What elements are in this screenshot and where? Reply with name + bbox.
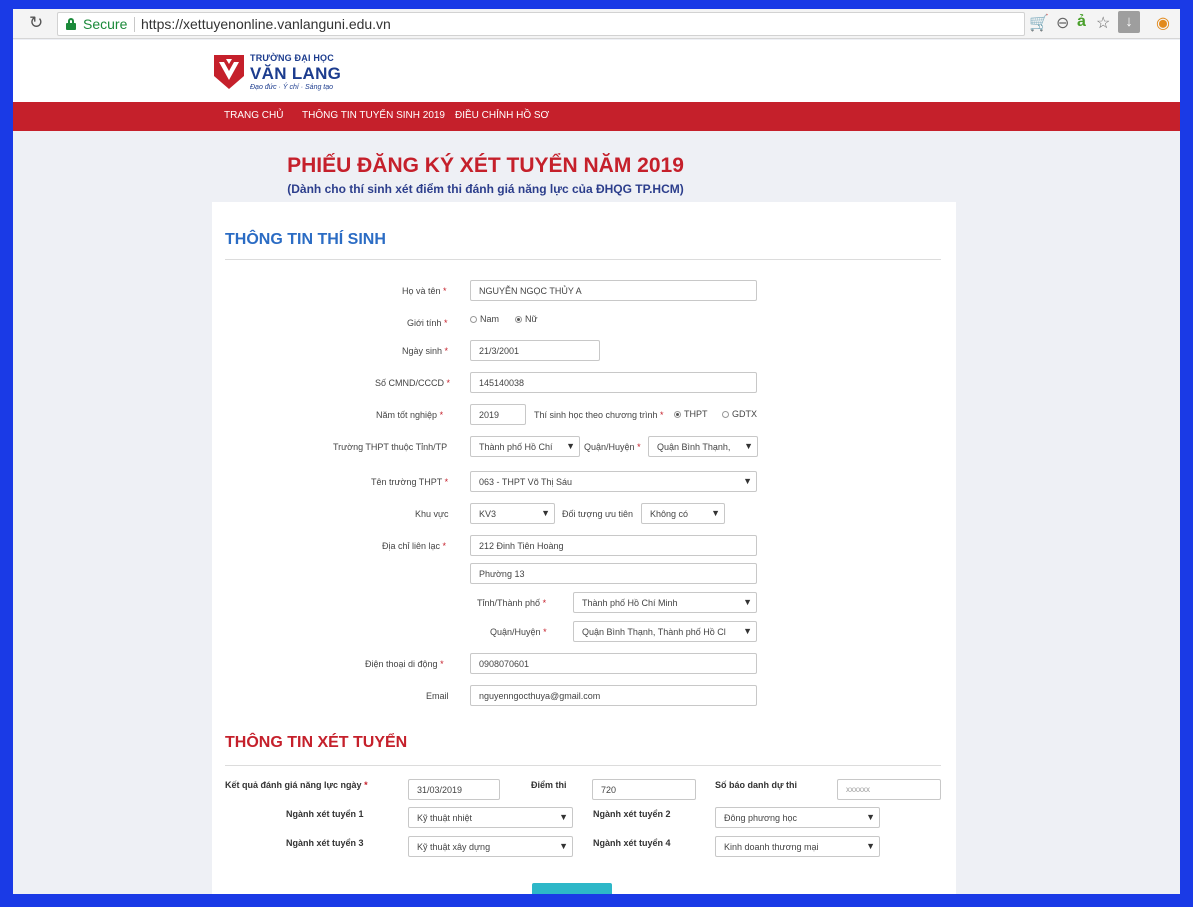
nav-item-edit-profile[interactable]: ĐIỀU CHỈNH HỒ SƠ [455,110,549,121]
university-logo-icon[interactable] [213,54,245,90]
chevron-down-icon: ▼ [744,441,753,451]
grad-year-label: Năm tốt nghiệp * [376,410,444,420]
id-label: Số CMND/CCCD * [375,378,451,388]
program-thpt-radio[interactable]: THPT [674,409,708,419]
gender-female-radio[interactable]: Nữ [515,314,538,324]
nav-item-home[interactable]: TRANG CHỦ [224,110,283,121]
cart-icon[interactable]: 🛒 [1029,13,1049,33]
major2-select[interactable]: Đông phương học ▼ [715,807,880,828]
school-province-label: Trường THPT thuộc Tỉnh/TP [333,442,448,452]
section-title-candidate: THÔNG TIN THÍ SINH [225,231,386,248]
secure-label: Secure [83,16,128,32]
page-title: PHIẾU ĐĂNG KÝ XÉT TUYỂN NĂM 2019 [287,154,684,177]
extension-icon[interactable]: ả [1077,13,1086,31]
address-separator [134,17,135,32]
zoom-icon[interactable]: ⊖ [1056,13,1069,33]
id-input[interactable]: 145140038 [470,372,757,393]
star-icon[interactable]: ☆ [1096,13,1110,33]
addr-district-select[interactable]: Quận Bình Thạnh, Thành phố Hồ Cl ▼ [573,621,757,642]
priority-label: Đối tượng ưu tiên [562,509,633,519]
candidate-no-label: Số báo danh dự thi [715,780,798,790]
chevron-down-icon: ▼ [866,841,875,851]
url-text[interactable]: https://xettuyenonline.vanlanguni.edu.vn [141,16,391,32]
browser-toolbar: ↻ Secure https://xettuyenonline.vanlangu… [13,9,1180,39]
result-date-input[interactable]: 31/03/2019 [408,779,500,800]
section-title-admission: THÔNG TIN XÉT TUYỂN [225,734,408,751]
major2-label: Ngành xét tuyển 2 [593,809,671,819]
gender-male-label: Nam [480,314,500,324]
score-label: Điểm thi [531,780,567,790]
email-input[interactable]: nguyenngocthuya@gmail.com [470,685,757,706]
gender-label: Giới tính * [407,318,448,328]
submit-button[interactable] [532,883,612,894]
school-name-select[interactable]: 063 - THPT Võ Thị Sáu ▼ [470,471,757,492]
program-gdtx-label: GDTX [732,409,758,419]
major3-select[interactable]: Kỹ thuật xây dựng ▼ [408,836,573,857]
school-name-label: Tên trường THPT * [371,477,449,487]
school-district-select[interactable]: Quận Bình Thạnh, ▼ [648,436,758,457]
phone-input[interactable]: 0908070601 [470,653,757,674]
program-thpt-label: THPT [684,409,708,419]
chevron-down-icon: ▼ [711,508,720,518]
chevron-down-icon: ▼ [541,508,550,518]
school-district-label: Quận/Huyện * [584,442,641,452]
chevron-down-icon: ▼ [566,441,575,451]
phone-label: Điện thoại di động * [365,659,444,669]
major3-label: Ngành xét tuyển 3 [286,838,364,848]
result-date-label: Kết quả đánh giá năng lực ngày * [225,780,368,790]
addr-province-label: Tỉnh/Thành phố * [477,598,547,608]
grad-year-input[interactable]: 2019 [470,404,526,425]
score-input[interactable]: 720 [592,779,696,800]
gender-male-radio[interactable]: Nam [470,314,499,324]
main-nav: TRANG CHỦ THÔNG TIN TUYỂN SINH 2019 ĐIỀU… [13,102,1180,131]
address-label: Địa chỉ liên lạc * [382,541,447,551]
page-subtitle: (Dành cho thí sinh xét điểm thi đánh giá… [287,182,684,196]
address-line1-input[interactable]: 212 Đinh Tiên Hoàng [470,535,757,556]
school-province-select[interactable]: Thành phố Hồ Chí ▼ [470,436,580,457]
chevron-down-icon: ▼ [866,812,875,822]
registration-form: THÔNG TIN THÍ SINH Họ và tên * NGUYỄN NG… [212,202,956,894]
dob-label: Ngày sinh * [402,346,449,356]
fullname-input[interactable]: NGUYỄN NGỌC THỦY A [470,280,757,301]
chevron-down-icon: ▼ [743,597,752,607]
logo-tagline: Đạo đức · Ý chí · Sáng tạo [250,84,334,91]
browser-window: ↻ Secure https://xettuyenonline.vanlangu… [13,9,1180,894]
divider [225,765,941,766]
address-line2-input[interactable]: Phường 13 [470,563,757,584]
address-bar[interactable]: Secure https://xettuyenonline.vanlanguni… [57,12,1025,36]
fullname-label: Họ và tên * [402,286,447,296]
chevron-down-icon: ▼ [559,812,568,822]
major1-select[interactable]: Kỹ thuật nhiệt ▼ [408,807,573,828]
area-label: Khu vực [415,509,449,519]
program-label: Thí sinh học theo chương trình * [534,410,664,420]
area-select[interactable]: KV3 ▼ [470,503,555,524]
logo-line1: TRƯỜNG ĐẠI HỌC [250,53,334,63]
candidate-no-input[interactable]: xxxxxx [837,779,941,800]
gender-female-label: Nữ [525,314,538,324]
nav-item-admission-info[interactable]: THÔNG TIN TUYỂN SINH 2019 [302,110,445,121]
dob-input[interactable]: 21/3/2001 [470,340,600,361]
chevron-down-icon: ▼ [559,841,568,851]
major4-label: Ngành xét tuyển 4 [593,838,671,848]
major1-label: Ngành xét tuyển 1 [286,809,364,819]
priority-select[interactable]: Không có ▼ [641,503,725,524]
chevron-down-icon: ▼ [743,476,752,486]
logo-line2: VĂN LANG [250,64,342,83]
profile-icon[interactable]: ◉ [1156,13,1170,33]
program-gdtx-radio[interactable]: GDTX [722,409,757,419]
addr-province-select[interactable]: Thành phố Hồ Chí Minh ▼ [573,592,757,613]
lock-icon [66,18,76,30]
site-header: TRƯỜNG ĐẠI HỌC VĂN LANG Đạo đức · Ý chí … [13,40,1180,102]
major4-select[interactable]: Kinh doanh thương mại ▼ [715,836,880,857]
addr-district-label: Quận/Huyện * [490,627,547,637]
divider [225,259,941,260]
chevron-down-icon: ▼ [743,626,752,636]
download-icon[interactable]: ↓ [1118,11,1140,33]
email-label: Email [426,691,449,701]
reload-icon[interactable]: ↻ [29,13,43,33]
